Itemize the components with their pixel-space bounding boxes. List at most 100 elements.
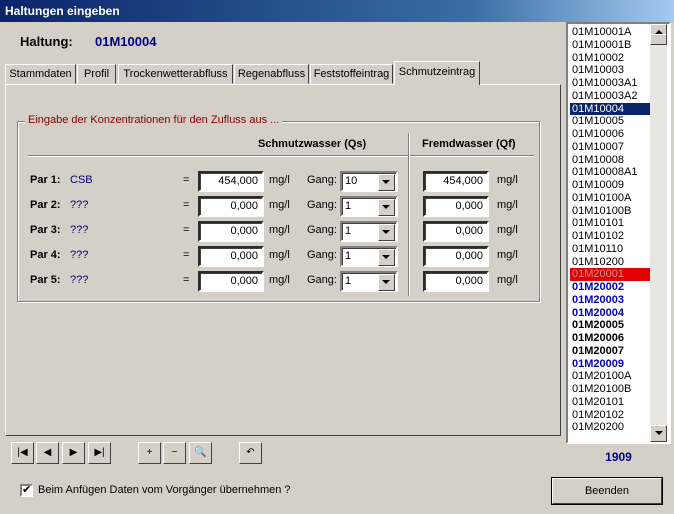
list-item[interactable]: 01M10110 xyxy=(570,243,654,256)
qs-unit: mg/l xyxy=(269,249,290,261)
qf-unit: mg/l xyxy=(497,274,518,286)
tab-stammdaten[interactable]: Stammdaten xyxy=(5,64,76,84)
tab-trockenwetterabfluss[interactable]: Trockenwetterabfluss xyxy=(118,64,233,84)
list-item[interactable]: 01M20101 xyxy=(570,396,654,409)
tab-regenabfluss[interactable]: Regenabfluss xyxy=(234,64,309,84)
list-item[interactable]: 01M10006 xyxy=(570,128,654,141)
list-item[interactable]: 01M20006 xyxy=(570,332,654,345)
par-label: Par 1: xyxy=(30,174,61,186)
gang-label: Gang: xyxy=(307,199,337,211)
par-name: ??? xyxy=(70,274,89,286)
list-item[interactable]: 01M10100B xyxy=(570,205,654,218)
copy-from-predecessor-checkbox[interactable]: ✔ xyxy=(20,484,33,497)
col-header-schmutzwasser: Schmutzwasser (Qs) xyxy=(258,138,367,150)
list-item[interactable]: 01M10002 xyxy=(570,52,654,65)
delete-record-icon[interactable]: − xyxy=(163,442,186,464)
tab-schmutzeintrag[interactable]: Schmutzeintrag xyxy=(394,61,480,85)
haltung-value: 01M10004 xyxy=(95,34,157,49)
chevron-down-icon[interactable] xyxy=(378,274,395,291)
scroll-thumb[interactable] xyxy=(650,34,667,45)
qs-unit: mg/l xyxy=(269,199,290,211)
add-record-icon[interactable]: + xyxy=(138,442,161,464)
chevron-down-icon[interactable] xyxy=(378,224,395,241)
qs-unit: mg/l xyxy=(269,274,290,286)
list-item[interactable]: 01M20100B xyxy=(570,383,654,396)
list-item[interactable]: 01M10009 xyxy=(570,179,654,192)
qs-concentration-input[interactable]: 0,000 xyxy=(198,196,264,217)
copy-from-predecessor-label: Beim Anfügen Daten vom Vorgänger überneh… xyxy=(38,484,291,496)
par-name: ??? xyxy=(70,199,89,211)
gang-select[interactable]: 10 xyxy=(340,171,398,192)
qf-concentration-input[interactable]: 454,000 xyxy=(423,171,489,192)
par-label: Par 2: xyxy=(30,199,61,211)
scroll-down-icon[interactable] xyxy=(650,425,667,442)
list-item[interactable]: 01M10001A xyxy=(570,26,654,39)
column-divider xyxy=(408,133,410,296)
qs-concentration-input[interactable]: 454,000 xyxy=(198,171,264,192)
gang-label: Gang: xyxy=(307,249,337,261)
list-item[interactable]: 01M20009 xyxy=(570,358,654,371)
equals-sign: = xyxy=(183,224,190,236)
qf-unit: mg/l xyxy=(497,224,518,236)
gang-select[interactable]: 1 xyxy=(340,196,398,217)
list-item[interactable]: 01M20100A xyxy=(570,370,654,383)
chevron-down-icon[interactable] xyxy=(378,174,395,191)
record-count: 1909 xyxy=(605,450,632,464)
list-item[interactable]: 01M10004 xyxy=(570,102,654,116)
equals-sign: = xyxy=(183,174,190,186)
list-item[interactable]: 01M20005 xyxy=(570,319,654,332)
gang-label: Gang: xyxy=(307,174,337,186)
qs-unit: mg/l xyxy=(269,224,290,236)
list-item[interactable]: 01M20004 xyxy=(570,307,654,320)
list-scrollbar[interactable] xyxy=(650,24,667,442)
par-label: Par 3: xyxy=(30,224,61,236)
qs-concentration-input[interactable]: 0,000 xyxy=(198,271,264,292)
list-item[interactable]: 01M20007 xyxy=(570,345,654,358)
tab-profil[interactable]: Profil xyxy=(77,64,116,84)
list-item[interactable]: 01M20002 xyxy=(570,281,654,294)
qf-concentration-input[interactable]: 0,000 xyxy=(423,271,489,292)
gang-value: 1 xyxy=(345,225,352,237)
tab-feststoffeintrag[interactable]: Feststoffeintrag xyxy=(310,64,393,84)
equals-sign: = xyxy=(183,199,190,211)
gang-select[interactable]: 1 xyxy=(340,221,398,242)
gang-select[interactable]: 1 xyxy=(340,271,398,292)
par-name: ??? xyxy=(70,224,89,236)
gang-select[interactable]: 1 xyxy=(340,246,398,267)
par-label: Par 5: xyxy=(30,274,61,286)
list-item[interactable]: 01M10200 xyxy=(570,256,654,269)
par-label: Par 4: xyxy=(30,249,61,261)
last-record-icon[interactable]: ▶| xyxy=(88,442,111,464)
chevron-down-icon[interactable] xyxy=(378,199,395,216)
list-item[interactable]: 01M10008A1 xyxy=(570,166,654,179)
close-button[interactable]: Beenden xyxy=(552,478,662,504)
list-item[interactable]: 01M10100A xyxy=(570,192,654,205)
list-item[interactable]: 01M10003 xyxy=(570,64,654,77)
list-item[interactable]: 01M20200 xyxy=(570,421,654,434)
list-item[interactable]: 01M20102 xyxy=(570,409,654,422)
list-item[interactable]: 01M10003A1 xyxy=(570,77,654,90)
qf-concentration-input[interactable]: 0,000 xyxy=(423,196,489,217)
search-icon[interactable]: 🔍 xyxy=(189,442,212,464)
prev-record-icon[interactable]: ◀ xyxy=(36,442,59,464)
qs-concentration-input[interactable]: 0,000 xyxy=(198,221,264,242)
list-item[interactable]: 01M10003A2 xyxy=(570,90,654,103)
list-item[interactable]: 01M10008 xyxy=(570,154,654,167)
next-record-icon[interactable]: ▶ xyxy=(62,442,85,464)
undo-icon[interactable]: ↶ xyxy=(239,442,262,464)
par-name: CSB xyxy=(70,174,93,186)
list-item[interactable]: 01M10005 xyxy=(570,115,654,128)
qs-concentration-input[interactable]: 0,000 xyxy=(198,246,264,267)
first-record-icon[interactable]: |◀ xyxy=(11,442,34,464)
qf-concentration-input[interactable]: 0,000 xyxy=(423,221,489,242)
qs-unit: mg/l xyxy=(269,174,290,186)
qf-concentration-input[interactable]: 0,000 xyxy=(423,246,489,267)
list-item[interactable]: 01M10102 xyxy=(570,230,654,243)
list-item[interactable]: 01M10101 xyxy=(570,217,654,230)
list-item[interactable]: 01M20003 xyxy=(570,294,654,307)
list-item[interactable]: 01M10001B xyxy=(570,39,654,52)
chevron-down-icon[interactable] xyxy=(378,249,395,266)
qf-unit: mg/l xyxy=(497,199,518,211)
list-item[interactable]: 01M10007 xyxy=(570,141,654,154)
list-item[interactable]: 01M20001 xyxy=(570,268,654,281)
